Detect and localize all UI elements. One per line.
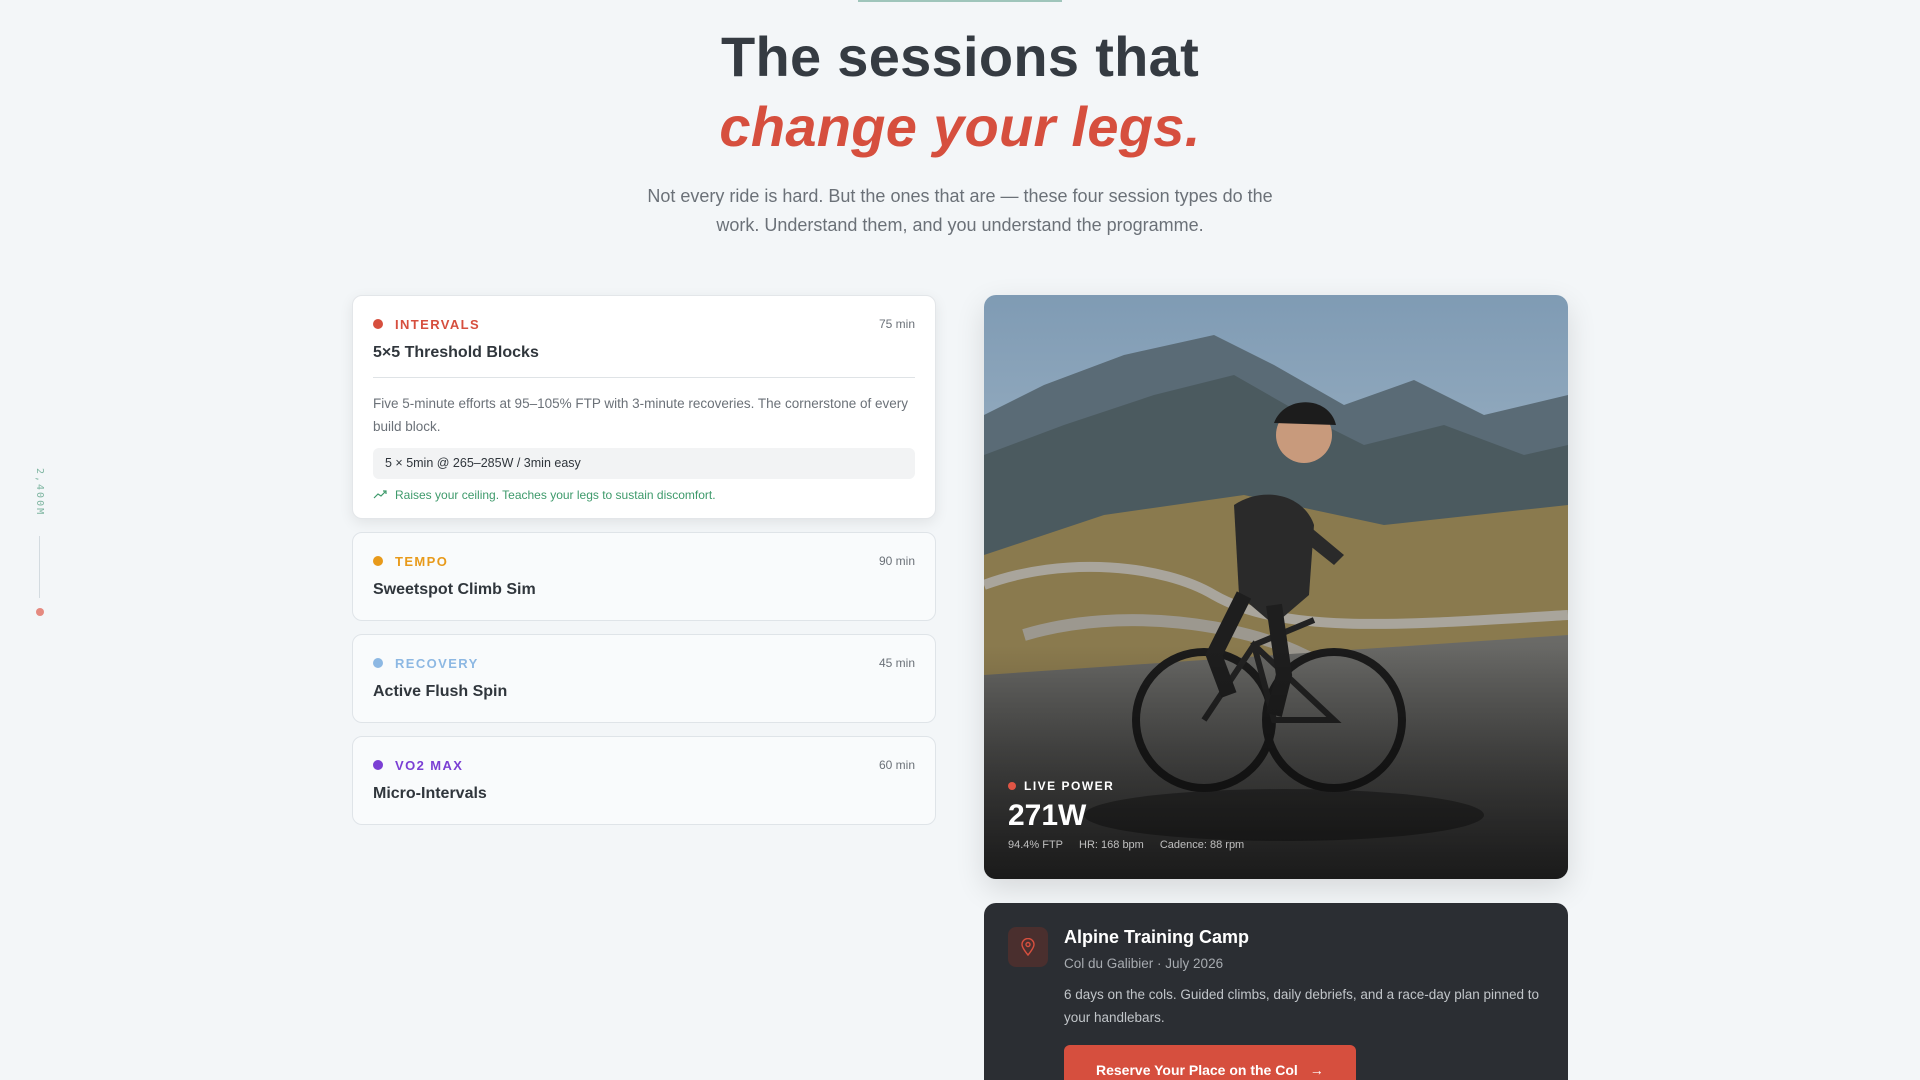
session-card-header: VO2 MAX 60 min [373,757,915,773]
live-indicator-dot [1008,782,1016,790]
altitude-label: 2,400M [34,468,45,517]
session-duration: 45 min [878,656,915,670]
session-category: INTERVALS [373,317,480,332]
title-line-2: change your legs. [719,95,1201,158]
session-description: Five 5-minute efforts at 95–105% FTP wit… [373,396,909,434]
session-card-vo2max[interactable]: VO2 MAX 60 min Micro-Intervals [352,736,936,825]
session-title: Sweetspot Climb Sim [373,581,536,598]
hero-subtitle: Not every ride is hard. But the ones tha… [647,186,1273,235]
session-card-tempo[interactable]: TEMPO 90 min Sweetspot Climb Sim [352,532,936,621]
camp-body: Alpine Training Camp Col du Galibier · J… [1064,927,1544,1080]
reserve-button[interactable]: Reserve Your Place on the Col → [1064,1045,1356,1080]
reserve-button-label: Reserve Your Place on the Col [1096,1062,1298,1078]
session-benefit: Raises your ceiling. Teaches your legs t… [373,488,915,502]
live-power-header: LIVE POWER [1008,779,1260,793]
session-card-intervals[interactable]: INTERVALS 75 min 5×5 Threshold Blocks Fi… [352,295,936,519]
session-category: RECOVERY [373,656,479,671]
altitude-dot [36,608,44,616]
category-label: INTERVALS [395,316,481,332]
session-duration: 90 min [878,554,915,568]
map-pin-icon [1008,927,1048,967]
session-spec: 5 × 5min @ 265–285W / 3min easy [373,448,915,479]
camp-title: Alpine Training Camp [1064,927,1250,947]
category-label: TEMPO [395,553,449,569]
category-dot [373,760,383,770]
session-list: INTERVALS 75 min 5×5 Threshold Blocks Fi… [352,295,936,838]
camp-card: Alpine Training Camp Col du Galibier · J… [984,903,1568,1080]
live-stats: 94.4% FTP HR: 168 bpm Cadence: 88 rpm [1008,839,1260,851]
live-power-value: 271W [1008,799,1087,832]
page-title: The sessions that change your legs. [0,22,1920,162]
live-power-overlay: LIVE POWER 271W 94.4% FTP HR: 168 bpm Ca… [1008,779,1260,851]
session-card-header: INTERVALS 75 min [373,316,915,332]
arrow-right-icon: → [1309,1062,1324,1078]
camp-subtitle: Col du Galibier · July 2026 [1064,956,1224,971]
session-category: TEMPO [373,554,448,569]
session-title: Active Flush Spin [373,683,508,700]
category-dot [373,556,383,566]
hero-section: The sessions that change your legs. Not … [0,0,1920,240]
live-power-label: LIVE POWER [1024,779,1115,793]
hr-stat: HR: 168 bpm [1079,839,1144,851]
camp-description: 6 days on the cols. Guided climbs, daily… [1064,987,1540,1025]
session-card-header: TEMPO 90 min [373,553,915,569]
cyclist-photo: LIVE POWER 271W 94.4% FTP HR: 168 bpm Ca… [984,295,1568,879]
category-dot [373,658,383,668]
trending-up-icon [373,488,387,502]
session-card-header: RECOVERY 45 min [373,655,915,671]
altitude-indicator: 2,400M [30,468,50,628]
ftp-stat: 94.4% FTP [1008,839,1064,851]
benefit-text: Raises your ceiling. Teaches your legs t… [395,488,716,502]
divider [373,377,915,378]
category-label: RECOVERY [395,655,479,671]
session-category: VO2 MAX [373,758,463,773]
cadence-stat: Cadence: 88 rpm [1159,839,1245,851]
session-title: 5×5 Threshold Blocks [373,344,539,361]
title-line-1: The sessions that [720,25,1200,88]
session-duration: 60 min [878,758,915,772]
altitude-line [39,536,40,598]
session-duration: 75 min [878,317,915,331]
category-label: VO2 MAX [395,757,464,773]
session-title: Micro-Intervals [373,785,487,802]
category-dot [373,319,383,329]
session-card-recovery[interactable]: RECOVERY 45 min Active Flush Spin [352,634,936,723]
